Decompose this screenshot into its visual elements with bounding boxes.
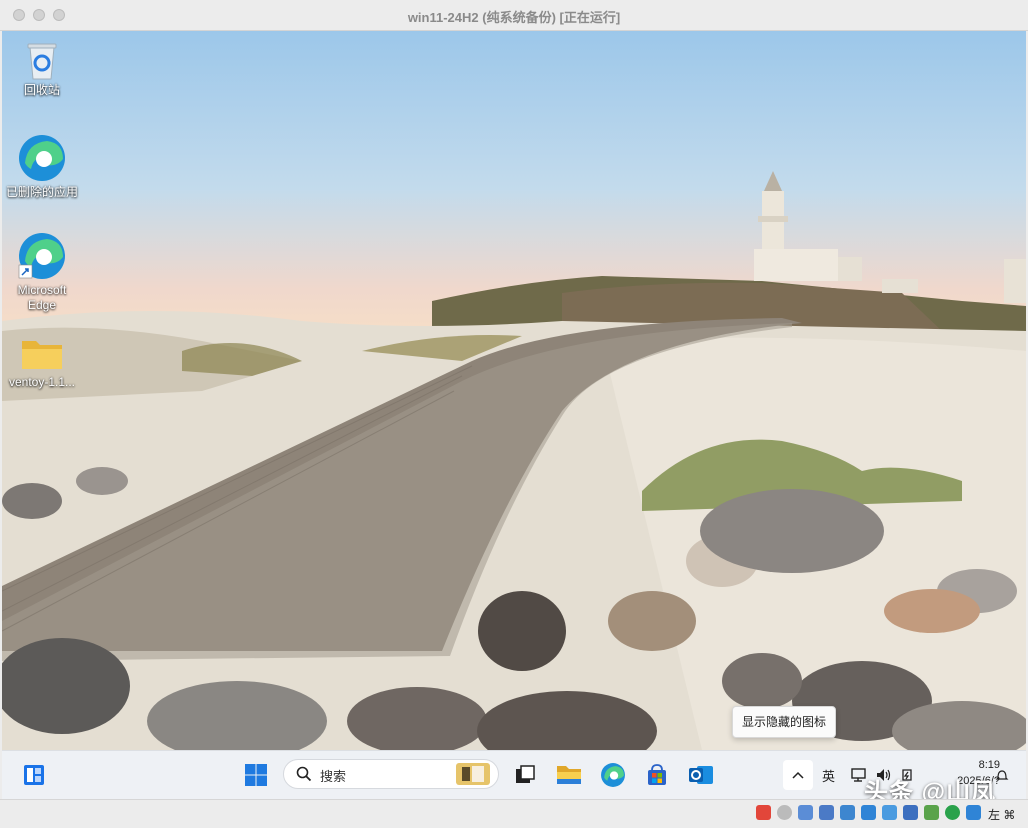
edge-shortcut-icon <box>17 231 67 281</box>
window-titlebar[interactable]: win11-24H2 (纯系统备份) [正在运行] <box>0 0 1028 31</box>
widgets-icon <box>24 765 44 785</box>
search-highlight-icon <box>456 763 490 785</box>
desktop-icon-ventoy-folder[interactable]: ventoy-1.1... <box>2 335 82 390</box>
store-button[interactable] <box>643 761 671 789</box>
desktop-icon-label: 已删除的应用 <box>5 185 78 199</box>
guest-additions-icon[interactable] <box>945 805 960 820</box>
search-icon <box>296 766 312 782</box>
ime-indicator[interactable]: 英 <box>822 766 835 785</box>
hard-disk-icon[interactable] <box>798 805 813 820</box>
download-icon[interactable] <box>966 805 981 820</box>
usb-icon[interactable] <box>840 805 855 820</box>
desktop-icon-label: Microsoft Edge <box>17 283 67 312</box>
outlook-icon <box>689 766 713 784</box>
task-view-button[interactable] <box>511 761 539 789</box>
show-hidden-icons-button[interactable] <box>783 760 813 790</box>
taskbar-search[interactable]: 搜索 <box>283 759 499 789</box>
desktop-icon-label: ventoy-1.1... <box>8 375 76 389</box>
edge-icon <box>601 763 625 787</box>
store-icon <box>648 764 666 785</box>
start-button[interactable] <box>242 761 270 789</box>
desktop-icon-edge[interactable]: Microsoft Edge <box>2 231 82 313</box>
desktop-icon-deleted-apps[interactable]: 已删除的应用 <box>2 133 82 200</box>
window-title: win11-24H2 (纯系统备份) [正在运行] <box>407 10 621 25</box>
edge-taskbar-button[interactable] <box>599 761 627 789</box>
recording-icon[interactable] <box>756 805 771 820</box>
desktop[interactable]: 回收站 已删除的应用 Microsoft Edge ventoy-1.1... <box>2 31 1026 750</box>
display-icon[interactable] <box>882 805 897 820</box>
host-key-indicator: 左 ⌘ <box>988 808 1016 822</box>
shared-folder-icon[interactable] <box>861 805 876 820</box>
task-view-icon <box>516 765 535 783</box>
optical-drive-icon[interactable] <box>777 805 792 820</box>
start-icon <box>245 764 267 786</box>
outlook-button[interactable] <box>687 761 715 789</box>
video-capture-icon[interactable] <box>903 805 918 820</box>
desktop-icon-label: 回收站 <box>23 83 60 97</box>
file-explorer-icon <box>557 766 581 784</box>
search-placeholder: 搜索 <box>320 769 347 784</box>
edge-icon <box>17 133 67 183</box>
file-explorer-button[interactable] <box>555 761 583 789</box>
network-adapter-icon[interactable] <box>819 805 834 820</box>
wallpaper <box>2 171 1026 750</box>
vm-status-bar: 左 ⌘ <box>0 799 1028 828</box>
desktop-icon-recycle-bin[interactable]: 回收站 <box>2 39 82 98</box>
tray-tooltip: 显示隐藏的图标 <box>732 706 837 738</box>
recycle-bin-icon <box>25 39 59 81</box>
folder-icon <box>20 335 64 373</box>
cpu-activity-icon[interactable] <box>924 805 939 820</box>
widgets-button[interactable] <box>20 761 48 789</box>
chevron-up-icon <box>792 771 804 779</box>
